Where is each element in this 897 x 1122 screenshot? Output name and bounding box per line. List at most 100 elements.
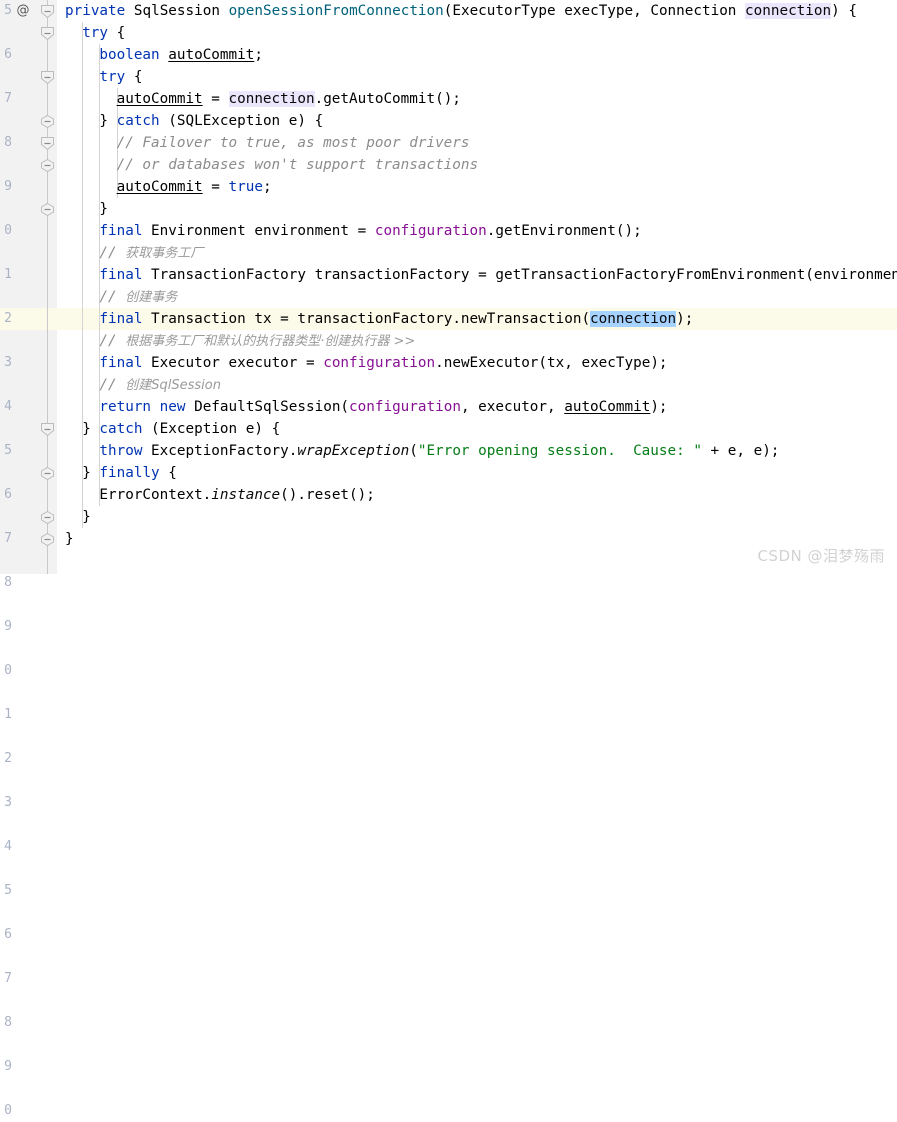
fold-region-end-icon[interactable] [40,202,55,217]
code-line[interactable]: } finally { [57,462,897,484]
line-number: 2 [4,751,12,766]
code-token: // Failover to true, as most poor driver… [116,135,470,151]
fold-region-start-icon[interactable] [40,136,55,151]
code-token: // [99,245,126,261]
code-line[interactable]: // 创建SqlSession [57,374,897,396]
fold-region-end-icon[interactable] [40,158,55,173]
fold-region-start-icon[interactable] [40,26,55,41]
code-token: e) { [280,113,324,129]
code-token: // or databases won't support transactio… [116,157,479,173]
code-token: } [82,509,91,525]
code-token: // [99,333,126,349]
code-line[interactable]: final Environment environment = configur… [57,220,897,242]
fold-region-end-icon[interactable] [40,466,55,481]
code-token: ErrorContext. [99,487,212,503]
code-line[interactable]: // Failover to true, as most poor driver… [57,132,897,154]
code-line[interactable]: private SqlSession openSessionFromConnec… [57,0,897,22]
code-token: (); [615,223,642,239]
code-token: ( [142,421,160,437]
code-token: } [82,465,100,481]
code-token: (). [280,487,306,503]
code-token: throw [99,443,143,459]
code-token: connection [590,311,677,327]
code-token: new [159,399,186,415]
code-token: openSessionFromConnection [228,3,444,19]
code-line[interactable]: } [57,506,897,528]
fold-region-start-icon[interactable] [40,70,55,85]
code-token: try [99,69,126,85]
code-token: (environment); [805,267,897,283]
line-number: 6 [4,927,12,942]
code-token: ); [650,399,668,415]
fold-region-end-icon[interactable] [40,510,55,525]
code-line[interactable]: try { [57,66,897,88]
code-token: (); [435,91,461,107]
code-token: private [65,3,126,19]
code-line[interactable]: final TransactionFactory transactionFact… [57,264,897,286]
code-token: ( [409,443,418,459]
fold-region-start-icon[interactable] [40,422,55,437]
code-line[interactable]: // 创建事务 [57,286,897,308]
code-token: reset [306,487,350,503]
code-lines[interactable]: private SqlSession openSessionFromConnec… [57,0,897,572]
code-token: catch [116,113,160,129]
code-token: return [99,399,152,415]
code-line[interactable]: return new DefaultSqlSession(configurati… [57,396,897,418]
code-line[interactable]: // 获取事务工厂 [57,242,897,264]
code-token: true [228,179,263,195]
code-line[interactable]: } catch (Exception e) { [57,418,897,440]
code-token: finally [99,465,160,481]
code-token: // [99,377,126,393]
code-token: getEnvironment [495,223,616,239]
code-line[interactable]: throw ExceptionFactory.wrapException("Er… [57,440,897,462]
editor-gutter[interactable]: 56789012345678901234567890 @ [0,0,57,1118]
code-token: autoCommit [564,399,651,415]
code-content-area[interactable]: private SqlSession openSessionFromConnec… [57,0,897,574]
code-token: final [99,223,143,239]
code-editor[interactable]: 56789012345678901234567890 @ private Sql… [0,0,897,1118]
code-token: newTransaction [460,311,582,327]
fold-region-start-icon[interactable] [40,4,55,19]
code-line[interactable]: try { [57,22,897,44]
code-token: "Error opening session. Cause: " [417,443,702,459]
code-line[interactable]: } [57,198,897,220]
code-token: ; [254,47,263,63]
code-token: { [108,25,126,41]
code-token: try [82,25,109,41]
code-token: final [99,267,143,283]
code-token: configuration [374,223,487,239]
code-line[interactable]: final Transaction tx = transactionFactor… [57,308,897,330]
code-line[interactable]: boolean autoCommit; [57,44,897,66]
code-line[interactable]: } catch (SQLException e) { [57,110,897,132]
annotation-marker-icon[interactable]: @ [15,3,31,19]
code-line[interactable]: ErrorContext.instance().reset(); [57,484,897,506]
code-token: boolean [99,47,160,63]
code-line[interactable]: autoCommit = connection.getAutoCommit(); [57,88,897,110]
code-token: (tx, execType); [538,355,668,371]
fold-region-end-icon[interactable] [40,114,55,129]
code-token: , executor, [460,399,565,415]
fold-region-end-icon[interactable] [40,532,55,547]
code-token: transactionFactory = [305,267,496,283]
line-number: 5 [4,883,12,898]
code-line[interactable]: // 根据事务工厂和默认的执行器类型·创建执行器 >> [57,330,897,352]
code-token: ( [340,399,350,415]
code-token: SqlSession [133,3,220,19]
code-token: ( [159,113,177,129]
code-line[interactable]: // or databases won't support transactio… [57,154,897,176]
code-token: Transaction [151,311,246,327]
code-line[interactable]: autoCommit = true; [57,176,897,198]
code-token: } [82,421,100,437]
code-token: tx = transactionFactory. [245,311,461,327]
code-token: autoCommit [168,47,255,63]
code-line[interactable]: final Executor executor = configuration.… [57,352,897,374]
code-token: DefaultSqlSession [194,399,341,415]
code-folding-column[interactable] [38,0,57,574]
code-token: e) { [237,421,281,437]
